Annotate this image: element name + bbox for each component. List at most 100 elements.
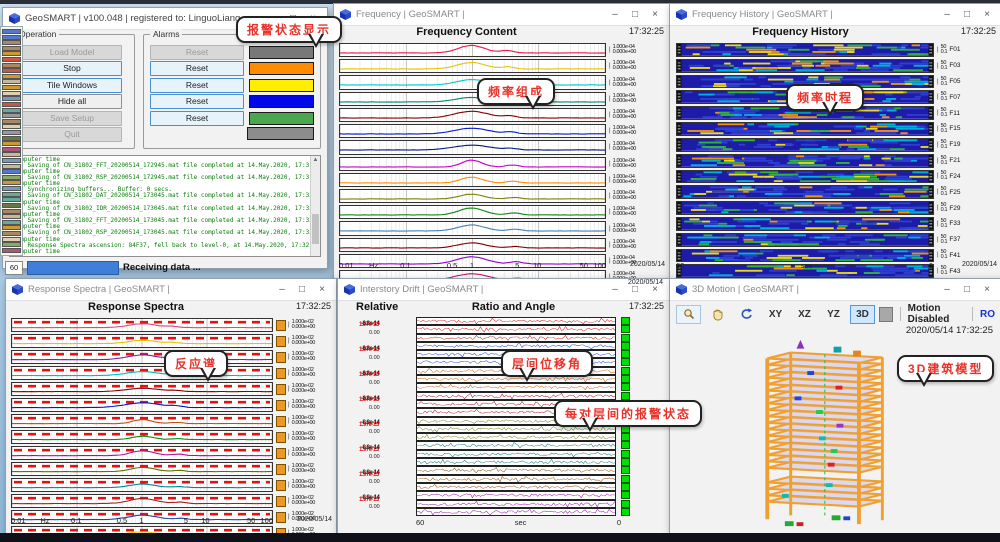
- scrollbar-thumb[interactable]: [312, 214, 319, 244]
- mini-channel-stripe: [2, 237, 21, 242]
- axis-tick-label: 0.1: [400, 261, 410, 270]
- alarm-reset-button-4[interactable]: Reset: [150, 111, 244, 126]
- pan-hand-icon[interactable]: [705, 305, 730, 324]
- titlebar[interactable]: Interstory Drift | GeoSMART | –□×: [338, 279, 669, 301]
- row-scale-labels: 1.000e-020.000e+00: [292, 320, 315, 330]
- scroll-up-icon[interactable]: ▲: [311, 156, 320, 164]
- row-tick: |: [288, 322, 290, 328]
- frequency-strip-plot: [339, 205, 606, 219]
- axis-tick-label: 100: [593, 261, 606, 270]
- relative-value-cluster: -8.8e-141.97e-130.00: [359, 470, 399, 487]
- mini-channel-stripe: [2, 119, 21, 124]
- alarm-reset-button-3[interactable]: Reset: [150, 94, 244, 109]
- row-scale-labels: 1.000e-040.000e+00: [613, 191, 636, 201]
- row-scale-labels: 1.000e-040.000e+00: [613, 207, 636, 217]
- motion-disabled-label: Motion Disabled: [908, 303, 966, 325]
- close-icon[interactable]: ×: [977, 5, 997, 25]
- tile-windows-button[interactable]: Tile Windows: [22, 78, 122, 93]
- drift-trace-strip: [416, 342, 616, 350]
- stop-button[interactable]: Stop: [22, 61, 122, 76]
- hide-all-button[interactable]: Hide all: [22, 94, 122, 109]
- minimize-icon[interactable]: –: [605, 280, 625, 300]
- channel-label: F07: [949, 94, 960, 101]
- axis-tick-label: 5: [184, 516, 188, 525]
- rotate-3d-icon[interactable]: [734, 305, 759, 324]
- row-tick: |: [937, 110, 939, 116]
- row-scale-labels: 500.1: [941, 92, 948, 102]
- row-tick: |: [937, 221, 939, 227]
- maximize-icon[interactable]: □: [957, 5, 977, 25]
- mini-channel-stripe: [2, 220, 21, 225]
- row-scale-labels: 1.000e-020.000e+00: [292, 496, 315, 506]
- zoom-tool-icon[interactable]: [676, 305, 701, 324]
- view-3d-button[interactable]: 3D: [850, 305, 875, 324]
- minimize-icon[interactable]: –: [605, 5, 625, 25]
- callout-response-spectra: 反应谱: [164, 350, 228, 377]
- spectrogram-strip: [676, 43, 934, 57]
- row-tick: |: [288, 338, 290, 344]
- spectrogram-strip: [676, 59, 934, 73]
- axis-tick-label: 1: [139, 516, 143, 525]
- save-setup-button: Save Setup: [22, 111, 122, 126]
- callout-interstory-drift: 层间位移角: [501, 350, 593, 377]
- receiving-status-text: Receiving data ...: [123, 262, 201, 273]
- channel-label: F03: [949, 62, 960, 69]
- log-scrollbar[interactable]: ▲: [310, 156, 320, 256]
- row-scale-labels: 1.000e-020.000e+00: [292, 352, 315, 362]
- window-title: Interstory Drift | GeoSMART |: [360, 284, 483, 295]
- spectra-strip-plot: [11, 414, 273, 428]
- spectrogram-strip: [676, 233, 934, 247]
- panel-date: 2020/05/14: [962, 261, 997, 268]
- row-scale-labels: 500.1: [941, 187, 948, 197]
- row-scale-labels: 1.000e-020.000e+00: [292, 448, 315, 458]
- maximize-icon[interactable]: □: [957, 280, 977, 300]
- close-icon[interactable]: ×: [645, 5, 665, 25]
- row-scale-labels: 500.1: [941, 156, 948, 166]
- geosmart-main-window: GeoSMART | v100.048 | registered to: Lin…: [2, 7, 328, 269]
- response-spectra-window: Response Spectra | GeoSMART | –□× Respon…: [5, 278, 337, 537]
- maximize-icon[interactable]: □: [625, 5, 645, 25]
- axis-tick-label: 100: [261, 516, 274, 525]
- titlebar[interactable]: Response Spectra | GeoSMART | –□×: [6, 279, 336, 301]
- view-xy-button[interactable]: XY: [763, 305, 788, 324]
- axis-tick-label: 0.5: [117, 516, 127, 525]
- operation-group: Operation Load ModelStopTile WindowsHide…: [9, 34, 135, 149]
- relative-value-cluster: -8.8e-141.97e-130.00: [359, 396, 399, 413]
- view-yz-button[interactable]: YZ: [821, 305, 846, 324]
- frequency-strip-plot: [339, 43, 606, 57]
- axis-tick-label: 50: [580, 261, 588, 270]
- view-xz-button[interactable]: XZ: [792, 305, 817, 324]
- close-icon[interactable]: ×: [312, 280, 332, 300]
- drift-trace-strip: [416, 392, 616, 400]
- receiving-progressbar: [27, 261, 119, 275]
- color-swatch[interactable]: [879, 307, 893, 322]
- row-tick: |: [609, 63, 611, 69]
- spectrogram-strip: [676, 154, 934, 168]
- ro-label[interactable]: RO: [980, 309, 995, 320]
- row-scale-labels: 1.000e-020.000e+00: [292, 400, 315, 410]
- mini-channel-stripe: [2, 96, 21, 101]
- row-scale-labels: 1.000e-040.000e+00: [613, 61, 636, 71]
- alarm-reset-button-2[interactable]: Reset: [150, 78, 244, 93]
- axis-tick-label: 1: [470, 261, 474, 270]
- alarm-reset-button-0: Reset: [150, 45, 244, 60]
- titlebar[interactable]: Frequency History | GeoSMART | –□×: [670, 4, 1000, 26]
- minimize-icon[interactable]: –: [937, 5, 957, 25]
- row-scale-labels: 500.1: [941, 235, 948, 245]
- maximize-icon[interactable]: □: [292, 280, 312, 300]
- minimize-icon[interactable]: –: [937, 280, 957, 300]
- titlebar[interactable]: Frequency | GeoSMART | –□×: [334, 4, 669, 26]
- drift-trace-strip: [416, 383, 616, 391]
- row-tick: |: [609, 112, 611, 118]
- titlebar[interactable]: 3D Motion | GeoSMART | –□×: [670, 279, 1000, 301]
- alarm-status-bar-1: [249, 62, 314, 75]
- axis-tick-label: Hz: [369, 261, 378, 270]
- minimize-icon[interactable]: –: [272, 280, 292, 300]
- close-icon[interactable]: ×: [977, 280, 997, 300]
- alarm-reset-button-1[interactable]: Reset: [150, 61, 244, 76]
- app-cube-icon: [676, 284, 687, 295]
- drift-trace-strip: [416, 334, 616, 342]
- spectra-alarm-square: [276, 384, 286, 395]
- mini-channel-stripe: [2, 79, 21, 84]
- taskbar[interactable]: [0, 533, 1000, 542]
